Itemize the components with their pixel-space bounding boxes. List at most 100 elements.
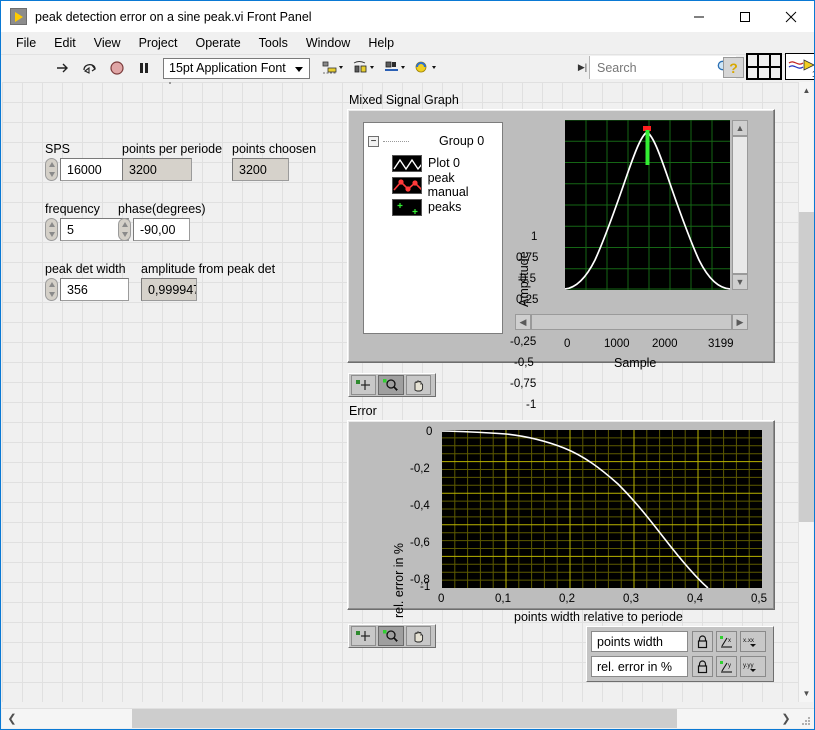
msg-y-axis-title: Amplitude — [517, 251, 531, 307]
cursor-legend-row-y[interactable]: rel. error in % y y.yy — [591, 656, 769, 677]
zoom-magnifier-tool-icon[interactable] — [378, 375, 404, 395]
error-graph-label: Error — [349, 404, 377, 418]
peak-det-width-stepper[interactable] — [45, 278, 58, 301]
phase-stepper[interactable] — [118, 218, 131, 241]
msg-vertical-scrollbar-track[interactable] — [732, 136, 748, 274]
maximize-button[interactable] — [722, 1, 768, 32]
error-plot-area[interactable] — [442, 430, 762, 588]
panel-horizontal-scrollbar[interactable]: ❮ ❯ — [2, 708, 814, 728]
pause-icon[interactable] — [131, 57, 156, 80]
msg-spacer — [169, 82, 171, 84]
control-peak-det-width: peak det width 356 — [45, 262, 129, 301]
frequency-stepper[interactable] — [45, 218, 58, 241]
run-arrow-icon[interactable] — [50, 57, 75, 80]
msg-scroll-up-arrow[interactable]: ▲ — [732, 120, 748, 136]
err-ytick-3: -0,6 — [410, 537, 430, 549]
run-continuously-icon[interactable] — [77, 57, 102, 80]
window-controls — [676, 1, 814, 32]
font-selector[interactable]: 15pt Application Font — [163, 57, 310, 79]
context-help-button[interactable]: ? — [723, 57, 744, 78]
peaks-swatch-icon[interactable] — [392, 198, 422, 216]
align-objects-icon[interactable] — [317, 57, 346, 79]
sps-input[interactable]: 16000 — [60, 158, 129, 181]
legend-collapse-icon[interactable]: − — [368, 135, 379, 147]
panel-vertical-scroll-thumb[interactable] — [799, 212, 814, 522]
peak-det-width-label: peak det width — [45, 262, 126, 276]
mixed-signal-plot-svg — [565, 120, 730, 290]
cursor-legend-row-x[interactable]: points width x x.xx — [591, 631, 769, 652]
cursor-y-lock-icon[interactable] — [692, 656, 714, 677]
panel-scroll-down-arrow[interactable]: ▼ — [799, 685, 814, 702]
peaks-marker — [645, 130, 650, 165]
panel-horizontal-scroll-thumb[interactable] — [132, 709, 677, 728]
menu-item-help[interactable]: Help — [359, 34, 403, 52]
graph-palette-top[interactable] — [348, 373, 436, 397]
menu-item-tools[interactable]: Tools — [250, 34, 297, 52]
cursor-crosshair-tool-icon[interactable] — [351, 375, 377, 395]
toolbar-overflow-icon[interactable]: ▶| — [576, 56, 590, 79]
msg-ytick-6: -0,5 — [514, 357, 534, 369]
cursor-x-format-dropdown[interactable]: x.xx — [740, 631, 766, 652]
msg-horizontal-scrollbar-track[interactable] — [531, 314, 732, 330]
msg-ytick-7: -0,75 — [510, 378, 537, 390]
cursor-x-lock-icon[interactable] — [692, 631, 714, 652]
control-phase-label: phase(degrees) — [118, 202, 206, 216]
mixed-signal-plot-area[interactable] — [565, 120, 730, 290]
amplitude-from-peak-det-label: amplitude from peak det — [141, 262, 276, 276]
sps-stepper[interactable] — [45, 158, 58, 181]
menu-item-view[interactable]: View — [85, 34, 130, 52]
vi-icon-thumbnail[interactable]: 1 — [785, 53, 814, 80]
front-panel-canvas: SPS 16000 points per periode 3200 points… — [2, 82, 800, 702]
legend-item-plot0[interactable]: Plot 0 — [368, 153, 498, 173]
pan-hand-tool-icon-bottom[interactable] — [405, 626, 431, 646]
control-phase-degrees: phase(degrees) -90,00 — [118, 202, 206, 241]
peak-manual-swatch-icon[interactable] — [392, 176, 422, 194]
err-xtick-2: 0,2 — [559, 593, 575, 605]
phase-input[interactable]: -90,00 — [133, 218, 190, 241]
menu-item-edit[interactable]: Edit — [45, 34, 85, 52]
cursor-y-format-dropdown[interactable]: y.yy — [740, 656, 766, 677]
msg-scroll-right-arrow[interactable]: ▶ — [732, 314, 748, 330]
abort-execution-icon[interactable] — [104, 57, 129, 80]
zoom-magnifier-tool-icon-bottom[interactable] — [378, 626, 404, 646]
search-input[interactable]: Search — [590, 56, 736, 79]
legend-item-peaks[interactable]: peaks — [368, 197, 498, 217]
plot0-label: Plot 0 — [428, 156, 460, 170]
minimize-button[interactable] — [676, 1, 722, 32]
error-y-axis-title: rel. error in % — [392, 542, 406, 618]
peak-det-width-input[interactable]: 356 — [60, 278, 129, 301]
panel-scroll-right-arrow[interactable]: ❯ — [776, 709, 796, 728]
cursor-y-name[interactable]: rel. error in % — [591, 656, 689, 677]
resize-objects-icon[interactable] — [379, 57, 408, 79]
close-button[interactable] — [768, 1, 814, 32]
labview-front-panel-window: peak detection error on a sine peak.vi F… — [0, 0, 815, 730]
legend-item-peak-manual[interactable]: peak manual — [368, 171, 498, 199]
msg-xtick-2: 2000 — [652, 338, 678, 350]
err-xtick-4: 0,4 — [687, 593, 703, 605]
panel-vertical-scrollbar[interactable]: ▲ ▼ — [798, 82, 814, 702]
graph-palette-bottom[interactable] — [348, 624, 436, 648]
menu-item-operate[interactable]: Operate — [186, 34, 249, 52]
cursor-legend[interactable]: points width x x.xx rel. error in % y y.… — [586, 626, 774, 682]
connector-pane[interactable] — [746, 53, 782, 80]
pan-hand-tool-icon[interactable] — [405, 375, 431, 395]
menu-item-file[interactable]: File — [7, 34, 45, 52]
reorder-objects-icon[interactable] — [410, 57, 439, 79]
menu-item-project[interactable]: Project — [130, 34, 187, 52]
cursor-crosshair-tool-icon-bottom[interactable] — [351, 626, 377, 646]
menu-item-window[interactable]: Window — [297, 34, 359, 52]
resize-grip-icon[interactable] — [800, 714, 812, 726]
cursor-x-snap-icon[interactable]: x — [716, 631, 738, 652]
panel-scroll-up-arrow[interactable]: ▲ — [799, 82, 814, 99]
err-xtick-0: 0 — [438, 593, 445, 605]
msg-scroll-left-arrow[interactable]: ◀ — [515, 314, 531, 330]
distribute-objects-icon[interactable] — [348, 57, 377, 79]
panel-scroll-left-arrow[interactable]: ❮ — [2, 709, 22, 728]
err-ytick-2: -0,4 — [410, 500, 430, 512]
cursor-x-name[interactable]: points width — [591, 631, 689, 652]
plot0-line-swatch-icon[interactable] — [392, 154, 422, 172]
plot-legend[interactable]: − Group 0 Plot 0 peak manual peaks — [363, 122, 503, 334]
svg-text:y: y — [728, 663, 731, 669]
cursor-y-snap-icon[interactable]: y — [716, 656, 738, 677]
msg-scroll-down-arrow[interactable]: ▼ — [732, 274, 748, 290]
